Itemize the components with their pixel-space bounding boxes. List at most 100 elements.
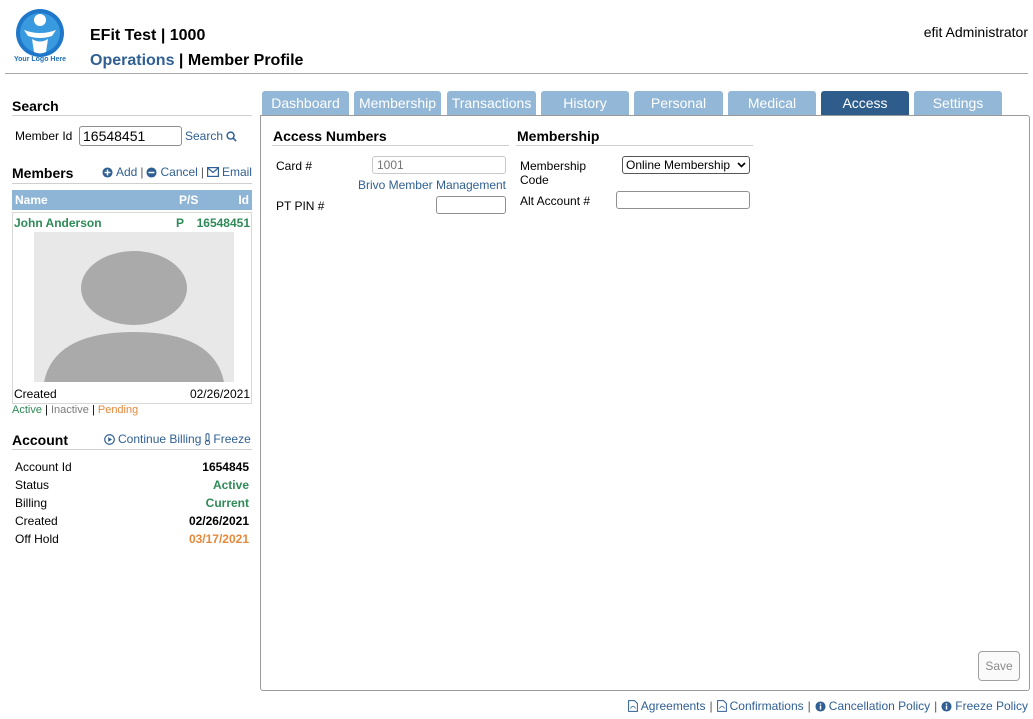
search-label: Search bbox=[185, 129, 224, 143]
membership-divider bbox=[516, 145, 753, 146]
card-label: Card # bbox=[276, 159, 313, 173]
billing-label: Billing bbox=[15, 496, 48, 510]
membership-code-label-line2: Code bbox=[520, 173, 549, 187]
members-section-title: Members bbox=[12, 165, 74, 181]
tab-settings[interactable]: Settings bbox=[914, 91, 1002, 115]
info-circle-icon bbox=[941, 700, 952, 712]
breadcrumb-operations[interactable]: Operations bbox=[90, 52, 174, 69]
continue-billing-label: Continue Billing bbox=[118, 432, 202, 446]
footer-separator: | bbox=[807, 699, 811, 713]
confirmations-link[interactable]: Confirmations bbox=[716, 699, 804, 713]
member-actions: Add | Cancel | Email bbox=[102, 165, 252, 179]
off-hold-label: Off Hold bbox=[15, 532, 59, 546]
membership-code-select[interactable]: Online Membership bbox=[622, 156, 750, 174]
action-separator: | bbox=[200, 165, 204, 179]
header-divider bbox=[5, 73, 1028, 74]
add-member-button[interactable]: Add bbox=[102, 165, 137, 179]
email-member-button[interactable]: Email bbox=[206, 165, 252, 179]
status-value: Active bbox=[212, 478, 249, 492]
membership-code-selected: Online Membership bbox=[626, 158, 731, 172]
membership-section-title: Membership bbox=[517, 128, 600, 144]
search-icon bbox=[226, 130, 237, 142]
brivo-member-management-link[interactable]: Brivo Member Management bbox=[358, 178, 506, 192]
add-label: Add bbox=[116, 165, 138, 179]
access-numbers-title: Access Numbers bbox=[273, 128, 387, 144]
chevron-down-icon bbox=[737, 162, 746, 168]
account-actions: Continue Billing Freeze bbox=[104, 432, 251, 446]
info-circle-icon bbox=[815, 700, 826, 712]
plus-circle-icon bbox=[102, 166, 113, 178]
freeze-policy-label: Freeze Policy bbox=[955, 699, 1028, 713]
thermometer-icon bbox=[205, 433, 211, 445]
column-name: Name bbox=[15, 193, 48, 207]
save-button[interactable]: Save bbox=[978, 651, 1020, 681]
account-created-label: Created bbox=[15, 514, 58, 528]
tab-personal[interactable]: Personal bbox=[634, 91, 723, 115]
confirmations-label: Confirmations bbox=[729, 699, 804, 713]
legend-active: Active bbox=[12, 404, 42, 416]
member-created-label: Created bbox=[14, 387, 57, 401]
tab-dashboard[interactable]: Dashboard bbox=[262, 91, 349, 115]
email-label: Email bbox=[221, 165, 252, 179]
footer-separator: | bbox=[709, 699, 713, 713]
search-divider bbox=[12, 115, 252, 116]
account-section-title: Account bbox=[12, 432, 68, 448]
member-id-input[interactable] bbox=[79, 126, 182, 146]
avatar bbox=[34, 232, 234, 382]
breadcrumb-separator: | bbox=[178, 52, 184, 69]
legend-pending: Pending bbox=[97, 404, 139, 416]
cancel-member-button[interactable]: Cancel bbox=[146, 165, 198, 179]
pt-pin-label: PT PIN # bbox=[276, 199, 325, 213]
card-input[interactable] bbox=[372, 156, 506, 174]
tab-membership[interactable]: Membership bbox=[354, 91, 441, 115]
account-created-value: 02/26/2021 bbox=[188, 514, 249, 528]
envelope-icon bbox=[206, 167, 219, 177]
breadcrumb-page: Member Profile bbox=[187, 52, 304, 69]
cancellation-policy-link[interactable]: Cancellation Policy bbox=[815, 699, 930, 713]
access-divider bbox=[272, 145, 509, 146]
member-created-value: 02/26/2021 bbox=[189, 387, 250, 401]
account-id-value: 1654845 bbox=[202, 460, 249, 474]
legend-inactive: Inactive bbox=[50, 404, 89, 416]
footer-separator: | bbox=[934, 699, 938, 713]
app-title: EFit Test | 1000 bbox=[90, 27, 206, 44]
tab-access[interactable]: Access bbox=[821, 91, 909, 115]
user-menu[interactable]: efit Administrator bbox=[924, 24, 1028, 40]
column-ps: P/S bbox=[179, 193, 199, 207]
members-divider bbox=[12, 183, 252, 184]
cancel-label: Cancel bbox=[160, 165, 198, 179]
continue-billing-button[interactable]: Continue Billing bbox=[104, 432, 201, 446]
freeze-label: Freeze bbox=[213, 432, 251, 446]
pdf-file-icon bbox=[716, 700, 727, 712]
freeze-policy-link[interactable]: Freeze Policy bbox=[941, 699, 1028, 713]
footer-links: Agreements | Confirmations | Cancellatio… bbox=[627, 699, 1028, 713]
tab-history[interactable]: History bbox=[541, 91, 629, 115]
member-name: John Anderson bbox=[14, 216, 102, 230]
account-divider bbox=[12, 449, 252, 450]
cancellation-policy-label: Cancellation Policy bbox=[828, 699, 931, 713]
agreements-label: Agreements bbox=[640, 699, 706, 713]
action-separator: | bbox=[140, 165, 144, 179]
tab-transactions[interactable]: Transactions bbox=[447, 91, 536, 115]
members-table-header: Name P/S Id bbox=[12, 190, 252, 210]
membership-code-label: Membership Code bbox=[520, 159, 586, 187]
member-id-label: Member Id bbox=[15, 129, 73, 143]
legend-separator: | bbox=[91, 404, 95, 416]
alt-account-input[interactable] bbox=[616, 191, 750, 209]
minus-circle-icon bbox=[146, 166, 158, 178]
member-id: 16548451 bbox=[196, 216, 250, 230]
tab-medical[interactable]: Medical bbox=[728, 91, 816, 115]
membership-code-label-line1: Membership bbox=[520, 159, 587, 173]
legend-separator: | bbox=[45, 404, 48, 416]
freeze-button[interactable]: Freeze bbox=[204, 432, 251, 446]
status-label: Status bbox=[15, 478, 50, 492]
account-id-label: Account Id bbox=[15, 460, 72, 474]
search-section-title: Search bbox=[12, 98, 59, 114]
pt-pin-input[interactable] bbox=[436, 196, 506, 214]
pdf-file-icon bbox=[627, 700, 638, 712]
search-button[interactable]: Search bbox=[185, 129, 237, 143]
play-circle-icon bbox=[104, 433, 115, 445]
billing-value: Current bbox=[205, 496, 249, 510]
agreements-link[interactable]: Agreements bbox=[627, 699, 706, 713]
column-id: Id bbox=[238, 193, 249, 207]
